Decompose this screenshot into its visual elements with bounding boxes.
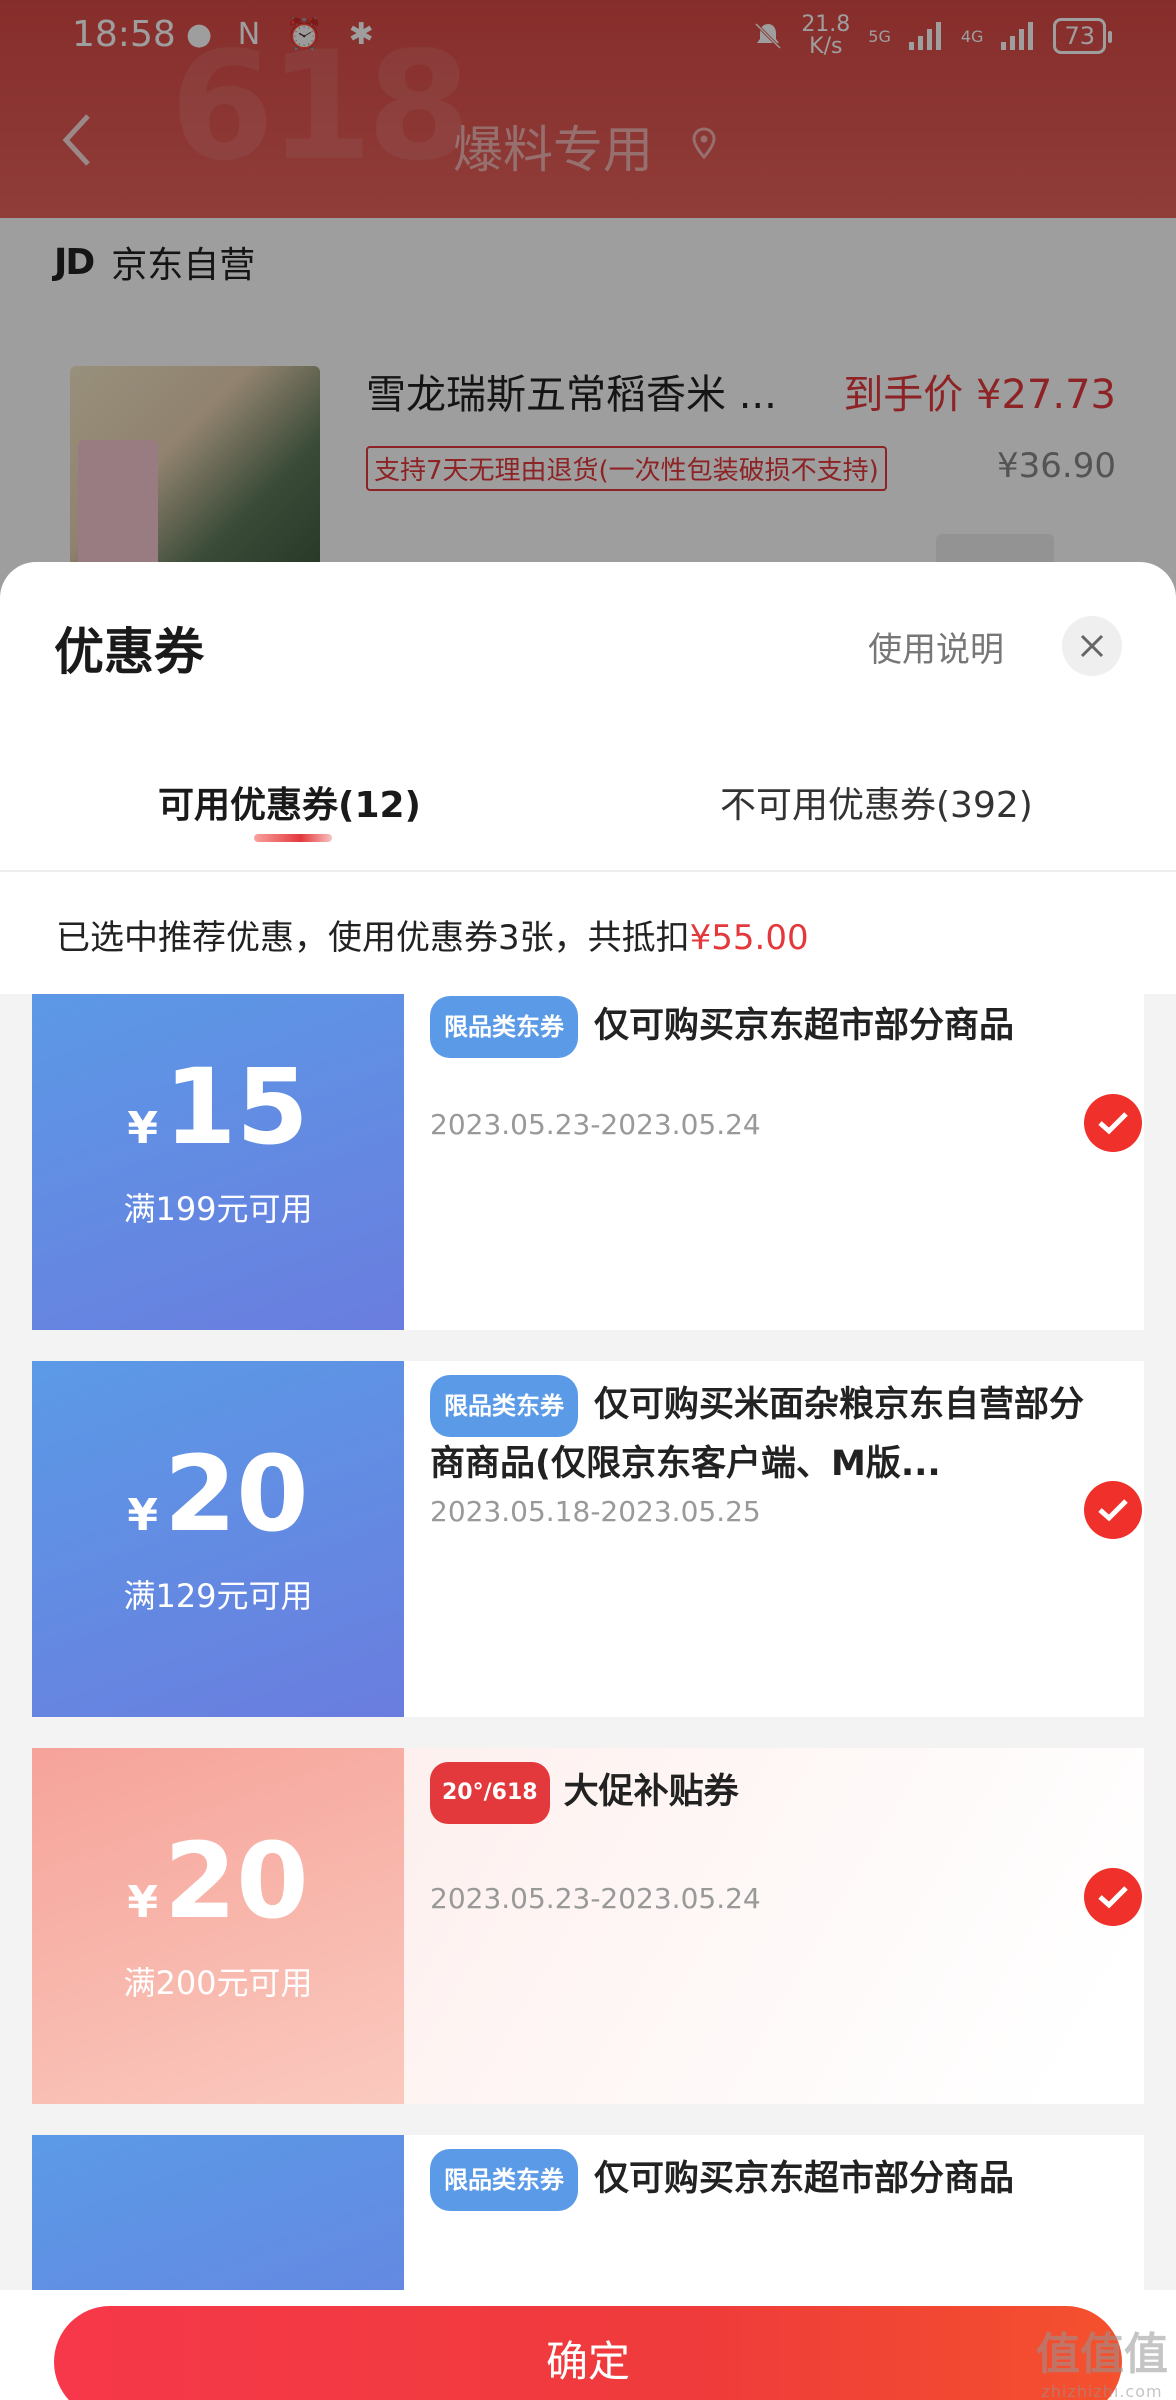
coupon-card[interactable]: ¥ 20 满129元可用 限品类东券 仅可购买米面杂粮京东自营部分商商品(仅限京东… [26, 1361, 1144, 1717]
coupon-date-range: 2023.05.18-2023.05.25 [430, 1495, 761, 1528]
coupon-date-range: 2023.05.23-2023.05.24 [430, 1882, 761, 1915]
coupon-list[interactable]: ¥ 15 满199元可用 限品类东券 仅可购买京东超市部分商品 2023.05.2… [0, 994, 1176, 2290]
coupon-info: 限品类东券 仅可购买米面杂粮京东自营部分商商品(仅限京东客户端、M版... 202… [404, 1361, 1144, 1717]
coupon-description-block: 限品类东券 仅可购买米面杂粮京东自营部分商商品(仅限京东客户端、M版... [430, 1375, 1090, 1491]
coupon-checkbox[interactable] [1084, 1481, 1142, 1539]
coupon-tag: 限品类东券 [430, 1375, 578, 1437]
coupon-info: 限品类东券 仅可购买京东超市部分商品 2023.05.23-2023.05.24 [404, 994, 1144, 1330]
coupon-checkbox[interactable] [1084, 1094, 1142, 1152]
coupon-info: 20°/618 大促补贴券 2023.05.23-2023.05.24 [404, 1748, 1144, 2104]
bottom-bar: 确定 [0, 2290, 1176, 2400]
coupon-tabs: 可用优惠券(12) 不可用优惠券(392) [0, 762, 1176, 872]
close-button[interactable] [1062, 616, 1122, 676]
promo-618-tag: 20°/618 [430, 1762, 550, 1824]
confirm-button[interactable]: 确定 [54, 2306, 1122, 2400]
coupon-card[interactable]: ¥ 20 满200元可用 20°/618 大促补贴券 2023.05.23-202… [26, 1748, 1144, 2104]
checkmark-icon [1098, 1499, 1128, 1522]
coupon-tag: 限品类东券 [430, 996, 578, 1058]
currency-symbol: ¥ [127, 1490, 158, 1541]
coupon-checkbox[interactable] [1084, 1868, 1142, 1926]
summary-prefix: 已选中推荐优惠，使用优惠券3张，共抵扣 [56, 918, 690, 958]
coupon-description-block: 20°/618 大促补贴券 [430, 1762, 1090, 1824]
summary-amount: ¥55.00 [689, 918, 809, 958]
modal-backdrop[interactable] [0, 0, 1176, 600]
coupon-threshold: 满129元可用 [123, 1577, 313, 1615]
tab-active-indicator [254, 834, 332, 842]
summary-text: 已选中推荐优惠，使用优惠券3张，共抵扣¥55.00 [56, 910, 809, 959]
site-watermark: 值值值 zhizhizhi.com [1036, 2318, 1168, 2400]
coupon-description: 仅可购买京东超市部分商品 [594, 2159, 1015, 2199]
coupon-tag: 限品类东券 [430, 2149, 578, 2211]
tab-unavailable[interactable]: 不可用优惠券(392) [720, 776, 1033, 828]
coupon-card[interactable]: ¥ 15 满199元可用 限品类东券 仅可购买京东超市部分商品 2023.05.2… [26, 994, 1144, 1330]
coupon-description: 大促补贴券 [563, 1772, 739, 1812]
coupon-amount-row: ¥ 15 [32, 1052, 404, 1162]
close-icon [1080, 634, 1104, 658]
coupon-description: 仅可购买京东超市部分商品 [594, 1006, 1015, 1046]
coupon-value-panel: ¥ 20 满129元可用 [26, 1361, 404, 1717]
checkmark-icon [1098, 1886, 1128, 1909]
coupon-description-block: 限品类东券 仅可购买京东超市部分商品 [430, 2149, 1090, 2211]
coupon-value-panel [26, 2135, 404, 2290]
sheet-title: 优惠券 [54, 623, 204, 681]
currency-symbol: ¥ [127, 1103, 158, 1154]
coupon-amount: 20 [163, 1433, 309, 1555]
coupon-value-panel: ¥ 20 满200元可用 [26, 1748, 404, 2104]
usage-help-link[interactable]: 使用说明 [868, 622, 1004, 671]
selection-summary: 已选中推荐优惠，使用优惠券3张，共抵扣¥55.00 [0, 876, 1176, 984]
coupon-threshold: 满200元可用 [123, 1964, 313, 2002]
coupon-amount-row: ¥ 20 [32, 1826, 404, 1936]
watermark-text: 值值值 [1036, 2329, 1168, 2380]
coupon-amount-row: ¥ 20 [32, 1439, 404, 1549]
coupon-value-panel: ¥ 15 满199元可用 [26, 994, 404, 1330]
coupon-amount: 20 [163, 1820, 309, 1942]
coupon-date-range: 2023.05.23-2023.05.24 [430, 1108, 761, 1141]
coupon-card[interactable]: 限品类东券 仅可购买京东超市部分商品 [26, 2135, 1144, 2290]
coupon-sheet: 优惠券 使用说明 可用优惠券(12) 不可用优惠券(392) 已选中推荐优惠，使… [0, 562, 1176, 2400]
coupon-description-block: 限品类东券 仅可购买京东超市部分商品 [430, 996, 1090, 1058]
tab-available[interactable]: 可用优惠券(12) [158, 776, 421, 828]
coupon-amount: 15 [163, 1046, 309, 1168]
coupon-threshold: 满199元可用 [123, 1190, 313, 1228]
checkmark-icon [1098, 1112, 1128, 1135]
watermark-sub: zhizhizhi.com [1041, 2382, 1163, 2400]
currency-symbol: ¥ [127, 1877, 158, 1928]
coupon-info: 限品类东券 仅可购买京东超市部分商品 [404, 2135, 1144, 2290]
